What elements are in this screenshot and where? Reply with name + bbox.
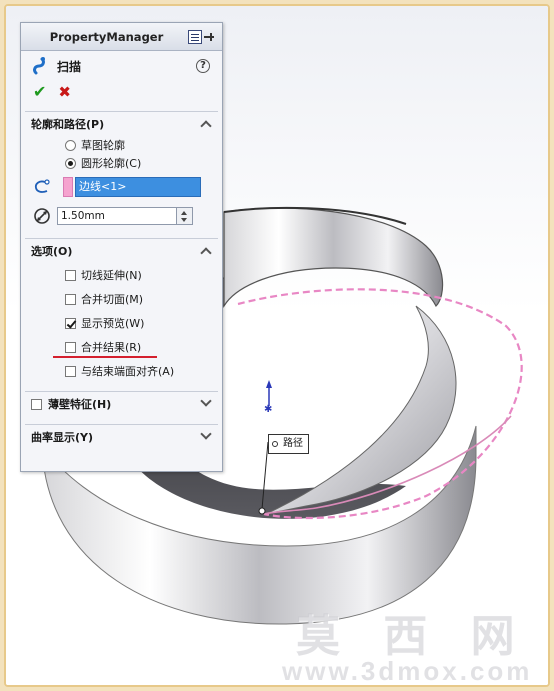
callout-label: 路径 — [283, 438, 303, 449]
option-show-preview[interactable]: 显示预览(W) — [21, 311, 222, 335]
checkbox[interactable] — [65, 269, 76, 281]
group-options-title: 选项(O) — [31, 245, 73, 258]
diameter-row: 1.50mm — [21, 202, 222, 230]
outer-frame: ✱ 路径 莫 西 网 www.3dmox.com PropertyManager… — [4, 4, 550, 687]
group-thin-feature-header[interactable]: 薄壁特征(H) — [21, 392, 222, 416]
option-tangent-propagation[interactable]: 切线延伸(N) — [21, 263, 222, 287]
path-selection-box[interactable]: 边线<1> — [75, 177, 201, 197]
property-manager-panel: PropertyManager 扫描 ? ✔ ✖ 轮廓和路径(P) 草图轮廓 圆… — [20, 22, 223, 472]
group-options-header[interactable]: 选项(O) — [21, 239, 222, 263]
group-thin-feature-title: 薄壁特征(H) — [48, 398, 112, 411]
chevron-down-icon[interactable] — [200, 395, 212, 407]
checkbox-checked[interactable] — [65, 317, 76, 329]
group-curvature-title: 曲率显示(Y) — [31, 431, 94, 444]
watermark-url: www.3dmox.com — [282, 656, 533, 686]
checkbox[interactable] — [31, 398, 42, 410]
cancel-button[interactable]: ✖ — [58, 84, 71, 100]
checkbox-label: 合并切面(M) — [81, 293, 144, 306]
option-merge-result[interactable]: 合并结果(R) — [21, 335, 222, 359]
option-align-end-faces[interactable]: 与结束端面对齐(A) — [21, 359, 222, 383]
selection-color-swatch — [63, 177, 73, 197]
option-merge-tangent-faces[interactable]: 合并切面(M) — [21, 287, 222, 311]
radio-label: 圆形轮廓(C) — [81, 157, 142, 170]
checkbox[interactable] — [65, 365, 76, 377]
ok-button[interactable]: ✔ — [33, 84, 46, 100]
group-profile-path-header[interactable]: 轮廓和路径(P) — [21, 112, 222, 136]
group-curvature-header[interactable]: 曲率显示(Y) — [21, 425, 222, 449]
watermark-title: 莫 西 网 — [296, 611, 529, 662]
pushpin-icon[interactable] — [204, 33, 214, 41]
radio-button-selected[interactable] — [65, 157, 76, 169]
checkbox-label: 与结束端面对齐(A) — [81, 365, 175, 378]
checkbox-label: 合并结果(R) — [81, 341, 142, 354]
feature-title-row: 扫描 ? — [21, 51, 222, 81]
sweep-icon — [33, 57, 45, 75]
feature-name: 扫描 — [57, 59, 82, 74]
chevron-down-icon[interactable] — [200, 428, 212, 440]
callout-anchor-dot — [272, 441, 278, 447]
ok-cancel-row: ✔ ✖ — [21, 81, 222, 103]
radio-sketch-profile[interactable]: 草图轮廓 — [21, 136, 222, 154]
diameter-spinner[interactable] — [177, 207, 193, 225]
chevron-up-icon[interactable] — [200, 120, 212, 132]
path-icon — [34, 179, 50, 193]
diameter-input[interactable]: 1.50mm — [57, 207, 177, 225]
expand-panel-icon[interactable] — [188, 30, 202, 44]
svg-text:✱: ✱ — [264, 404, 272, 415]
chevron-up-icon[interactable] — [200, 247, 212, 259]
radio-circular-profile[interactable]: 圆形轮廓(C) — [21, 154, 222, 172]
radio-label: 草图轮廓 — [81, 139, 125, 152]
path-selection-row: 边线<1> — [21, 172, 222, 202]
checkbox-label: 显示预览(W) — [81, 317, 145, 330]
pin-icon[interactable] — [188, 29, 216, 45]
checkbox-label: 切线延伸(N) — [81, 269, 142, 282]
path-callout[interactable]: 路径 — [268, 434, 309, 454]
property-manager-header: PropertyManager — [21, 23, 222, 51]
diameter-icon — [34, 208, 50, 224]
checkbox[interactable] — [65, 293, 76, 305]
help-icon[interactable]: ? — [196, 59, 210, 73]
group-profile-path-title: 轮廓和路径(P) — [31, 118, 105, 131]
red-highlight-underline — [53, 356, 157, 358]
checkbox[interactable] — [65, 341, 76, 353]
radio-button[interactable] — [65, 139, 76, 151]
